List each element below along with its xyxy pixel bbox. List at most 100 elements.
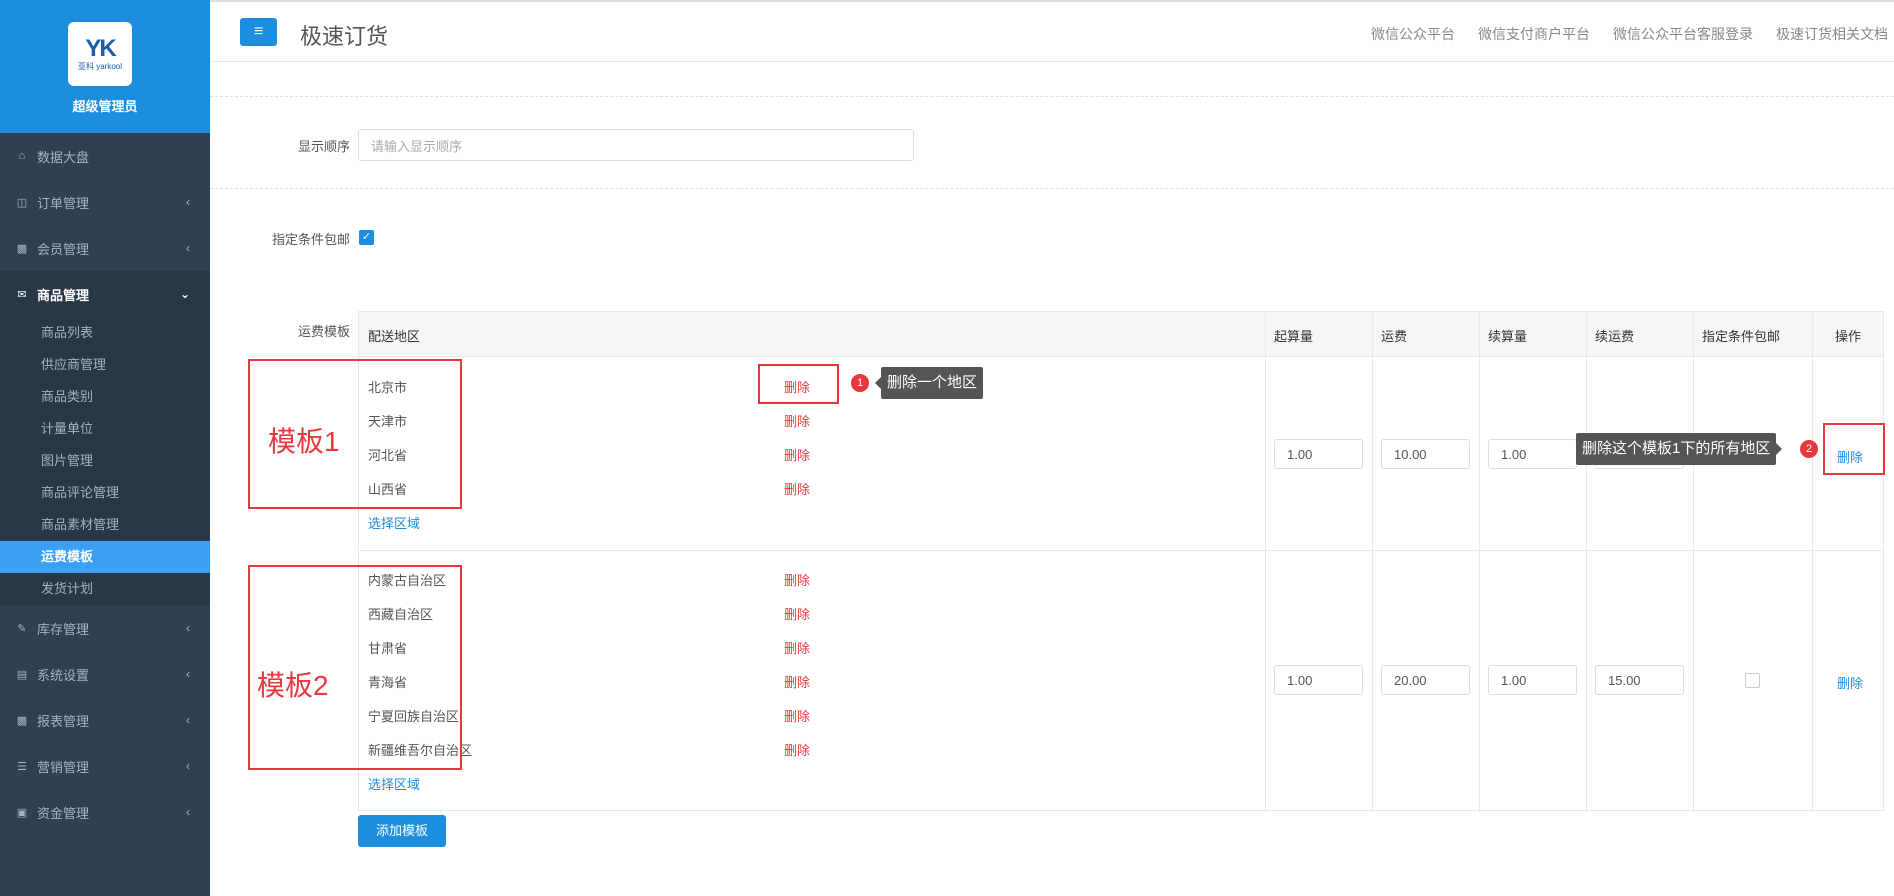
divider xyxy=(210,96,1894,97)
bar-chart-icon: ▩ xyxy=(16,242,28,255)
nav-label: 资金管理 xyxy=(37,805,90,821)
annotation-badge-1: 1 xyxy=(851,374,869,392)
free-shipping-label: 指定条件包邮 xyxy=(271,232,350,247)
delete-region-link[interactable]: 删除 xyxy=(784,570,810,589)
hamburger-icon: ≡ xyxy=(253,23,264,40)
nav-label: 报表管理 xyxy=(37,713,90,729)
free-shipping-checkbox[interactable] xyxy=(1745,673,1760,688)
link-docs[interactable]: 极速订货相关文档 xyxy=(1776,24,1888,44)
divider xyxy=(210,188,1894,189)
chevron-left-icon: ‹ xyxy=(186,805,190,819)
table-header xyxy=(359,312,1883,357)
col-divider xyxy=(1812,312,1813,812)
envelope-icon: ✉ xyxy=(17,288,27,301)
fee-input[interactable]: 20.00 xyxy=(1381,665,1470,695)
template1-label: 模板1 xyxy=(268,426,340,457)
nav-item-settings[interactable]: ▤ 系统设置 ‹ xyxy=(0,651,210,697)
col-header-fee: 运费 xyxy=(1381,329,1408,344)
link-wechat-pay[interactable]: 微信支付商户平台 xyxy=(1478,24,1590,44)
money-icon: ▣ xyxy=(16,806,28,819)
home-icon: ⌂ xyxy=(18,150,26,162)
annotation-badge-2: 2 xyxy=(1800,440,1818,458)
sidebar-header: YK 亚科 yarkool 超级管理员 xyxy=(0,0,210,133)
col-header-start-qty: 起算量 xyxy=(1274,329,1314,344)
template-label: 运费模板 xyxy=(297,324,350,339)
add-template-button[interactable]: 添加模板 xyxy=(358,815,446,847)
products-submenu: 商品列表 供应商管理 商品类别 计量单位 图片管理 商品评论管理 商品素材管理 … xyxy=(0,317,210,605)
nav-label: 系统设置 xyxy=(37,667,90,683)
nav-label: 会员管理 xyxy=(37,241,90,257)
chevron-left-icon: ‹ xyxy=(186,759,190,773)
sub-item-delivery-plan[interactable]: 发货计划 xyxy=(0,573,210,605)
start-qty-input[interactable]: 1.00 xyxy=(1274,665,1363,695)
user-role: 超级管理员 xyxy=(72,99,138,114)
nav-item-orders[interactable]: ◫ 订单管理 ‹ xyxy=(0,179,210,225)
delete-region-link[interactable]: 删除 xyxy=(784,740,810,759)
extra-qty-input[interactable]: 1.00 xyxy=(1488,665,1577,695)
tooltip-delete-template: 删除这个模板1下的所有地区 xyxy=(1576,433,1783,465)
desktop-icon: ▤ xyxy=(16,668,28,681)
menu-toggle-button[interactable]: ≡ xyxy=(240,18,277,46)
top-bar: ≡ 极速订货 微信公众平台 微信支付商户平台 微信公众平台客服登录 极速订货相关… xyxy=(210,0,1894,62)
delete-region-link[interactable]: 删除 xyxy=(784,445,810,464)
tooltip-delete-region: 删除一个地区 xyxy=(874,367,984,399)
sub-item-images[interactable]: 图片管理 xyxy=(0,445,210,477)
delete-region-link[interactable]: 删除 xyxy=(784,672,810,691)
nav-item-members[interactable]: ▩ 会员管理 ‹ xyxy=(0,225,210,271)
col-header-extra-fee: 续运费 xyxy=(1595,329,1635,344)
display-order-input[interactable]: 请输入显示顺序 xyxy=(358,129,914,161)
delete-template-link[interactable]: 删除 xyxy=(1837,673,1863,692)
link-wechat-mp[interactable]: 微信公众平台 xyxy=(1371,24,1455,44)
chevron-left-icon: ‹ xyxy=(186,195,190,209)
page-title: 极速订货 xyxy=(300,24,389,49)
edit-icon: ✎ xyxy=(17,622,27,635)
logo: YK 亚科 yarkool xyxy=(68,22,132,86)
extra-qty-input[interactable]: 1.00 xyxy=(1488,439,1577,469)
sub-item-product-list[interactable]: 商品列表 xyxy=(0,317,210,349)
delete-region-link[interactable]: 删除 xyxy=(784,604,810,623)
sub-item-materials[interactable]: 商品素材管理 xyxy=(0,509,210,541)
extra-fee-input[interactable]: 15.00 xyxy=(1595,665,1684,695)
col-header-extra-qty: 续算量 xyxy=(1488,329,1528,344)
chevron-left-icon: ‹ xyxy=(186,667,190,681)
nav-label: 库存管理 xyxy=(37,621,90,637)
delete-region-link[interactable]: 删除 xyxy=(784,479,810,498)
nav-label: 商品管理 xyxy=(37,287,90,303)
nav-item-dashboard[interactable]: ⌂ 数据大盘 xyxy=(0,133,210,179)
free-shipping-checkbox[interactable]: ✓ xyxy=(359,230,374,245)
chevron-left-icon: ‹ xyxy=(186,241,190,255)
sub-item-suppliers[interactable]: 供应商管理 xyxy=(0,349,210,381)
sub-item-categories[interactable]: 商品类别 xyxy=(0,381,210,413)
nav-item-inventory[interactable]: ✎ 库存管理 ‹ xyxy=(0,605,210,651)
cutlery-icon: ☰ xyxy=(17,760,27,773)
sidebar: YK 亚科 yarkool 超级管理员 ⌂ 数据大盘 ◫ 订单管理 ‹ ▩ 会员… xyxy=(0,0,210,896)
start-qty-input[interactable]: 1.00 xyxy=(1274,439,1363,469)
select-region-link[interactable]: 选择区域 xyxy=(368,513,420,532)
main-content: 显示顺序 请输入显示顺序 指定条件包邮 ✓ 运费模板 配送地区 起算量 运费 续… xyxy=(210,62,1894,896)
nav-item-products[interactable]: ✉ 商品管理 ⌄ xyxy=(0,271,210,317)
delete-region-link[interactable]: 删除 xyxy=(784,706,810,725)
delete-region-highlight xyxy=(758,364,839,404)
logo-mark: YK xyxy=(85,35,116,62)
nav-item-reports[interactable]: ▩ 报表管理 ‹ xyxy=(0,697,210,743)
sub-item-reviews[interactable]: 商品评论管理 xyxy=(0,477,210,509)
chevron-left-icon: ‹ xyxy=(186,713,190,727)
nav-item-marketing[interactable]: ☰ 营销管理 ‹ xyxy=(0,743,210,789)
link-wechat-service[interactable]: 微信公众平台客服登录 xyxy=(1613,24,1753,44)
nav-item-finance[interactable]: ▣ 资金管理 ‹ xyxy=(0,789,210,835)
order-label: 显示顺序 xyxy=(297,139,350,154)
fee-input[interactable]: 10.00 xyxy=(1381,439,1470,469)
row-divider xyxy=(359,550,1883,551)
sub-item-units[interactable]: 计量单位 xyxy=(0,413,210,445)
select-region-link[interactable]: 选择区域 xyxy=(368,774,420,793)
delete-region-link[interactable]: 删除 xyxy=(784,411,810,430)
delete-region-link[interactable]: 删除 xyxy=(784,638,810,657)
nav-label: 订单管理 xyxy=(37,195,90,211)
sub-item-shipping-templates[interactable]: 运费模板 xyxy=(0,541,210,573)
col-divider xyxy=(1586,312,1587,812)
col-divider xyxy=(1372,312,1373,812)
template2-label: 模板2 xyxy=(257,670,329,701)
col-divider xyxy=(1693,312,1694,812)
logo-text: 亚科 yarkool xyxy=(77,62,122,71)
nav-label: 数据大盘 xyxy=(37,149,90,165)
